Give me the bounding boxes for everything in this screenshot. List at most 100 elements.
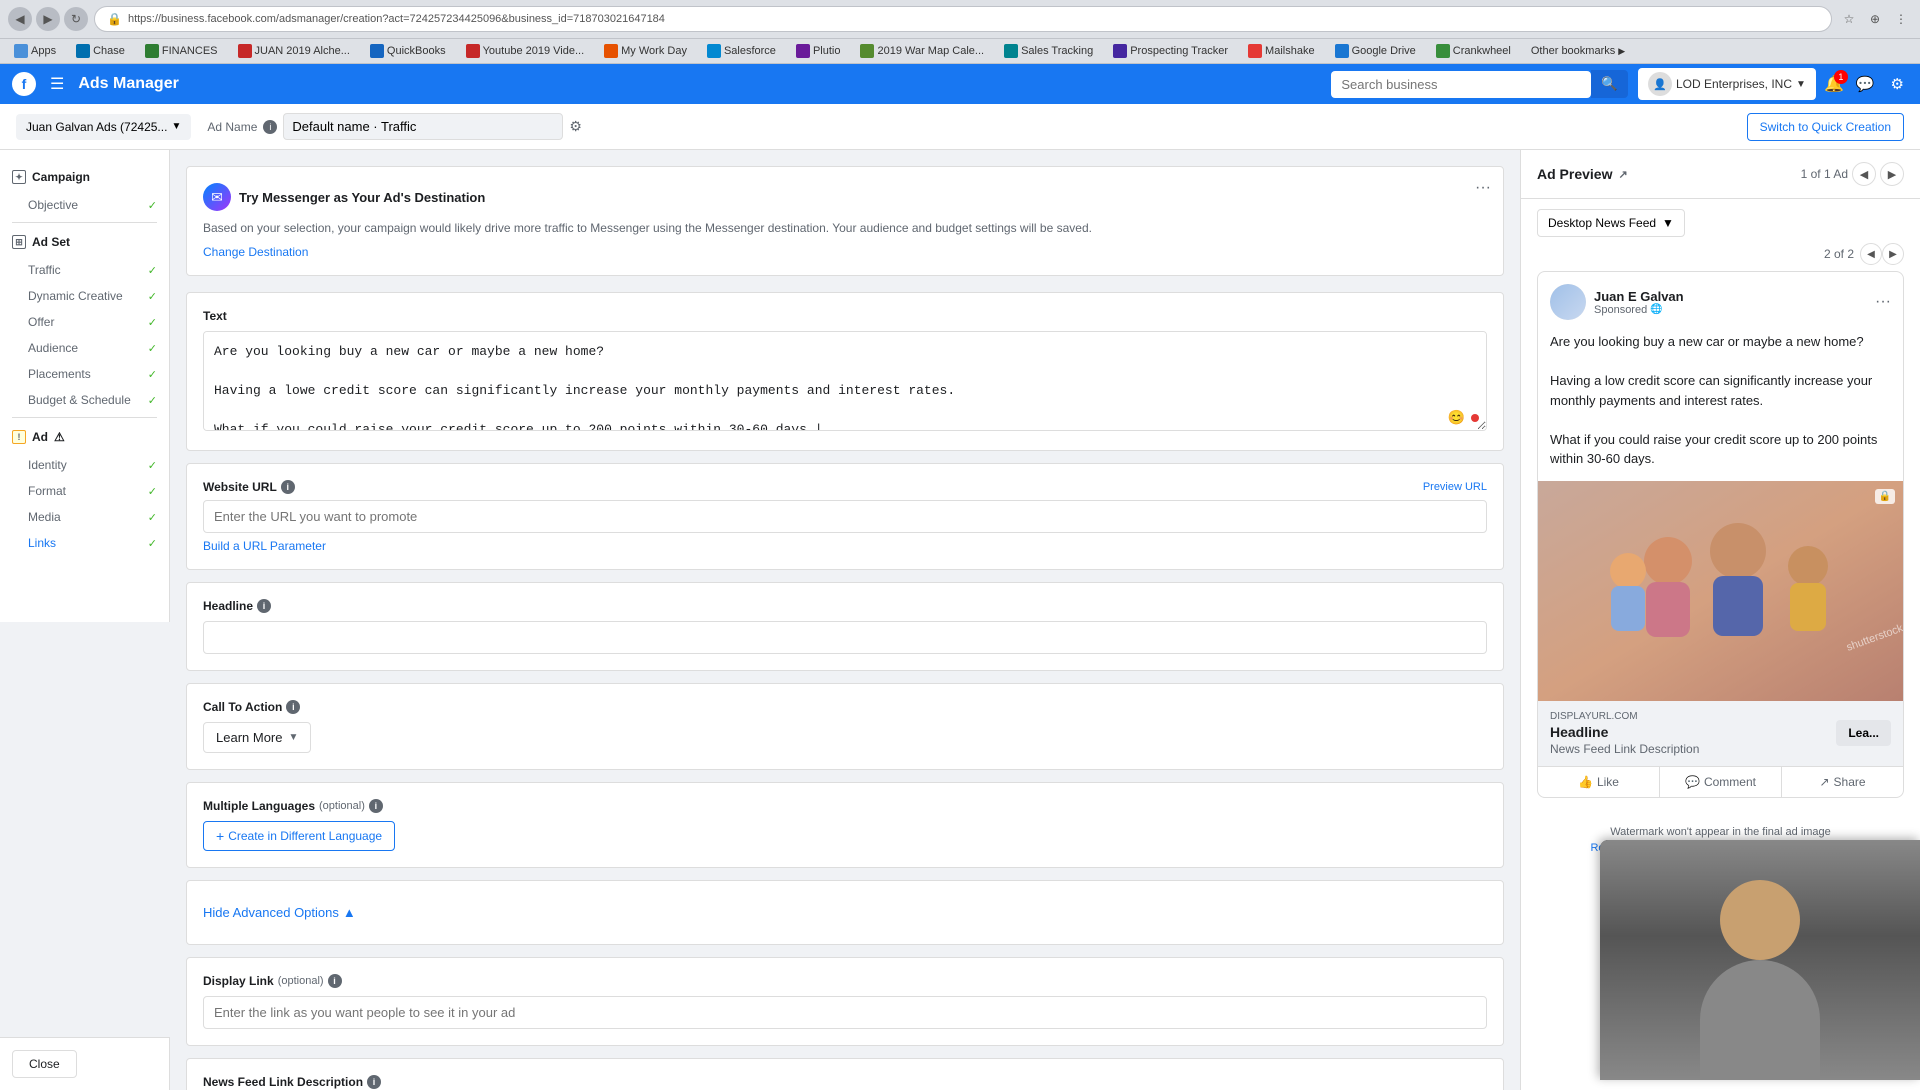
ad-cta-button[interactable]: Lea...: [1836, 720, 1891, 746]
forward-button[interactable]: ▶: [36, 7, 60, 31]
ads-manager-title[interactable]: Ads Manager: [78, 75, 178, 93]
ad-set-section-icon: ⊞: [12, 235, 26, 249]
bookmark-sales-tracking[interactable]: Sales Tracking: [998, 42, 1099, 60]
preview-next-button[interactable]: ▶: [1880, 162, 1904, 186]
webcam-body: [1700, 960, 1820, 1080]
sidebar-item-offer[interactable]: Offer ✓: [0, 309, 169, 335]
build-url-parameter-link[interactable]: Build a URL Parameter: [203, 539, 326, 553]
ad-actions: 👍 Like 💬 Comment ↗ Share: [1538, 766, 1903, 797]
plus-icon: +: [216, 828, 224, 844]
sidebar-item-links[interactable]: Links ✓: [0, 530, 169, 556]
sidebar-campaign-header[interactable]: ✦ Campaign: [0, 162, 169, 192]
bookmark-warmap[interactable]: 2019 War Map Cale...: [854, 42, 990, 60]
refresh-button[interactable]: ↻: [64, 7, 88, 31]
user-account-badge[interactable]: 👤 LOD Enterprises, INC ▼: [1638, 68, 1816, 100]
sub-header: Juan Galvan Ads (72425... ▼ Ad Name i ⚙ …: [0, 104, 1920, 150]
sidebar: ✦ Campaign Objective ✓ ⊞ Ad Set Traffic …: [0, 150, 170, 622]
account-selector[interactable]: Juan Galvan Ads (72425... ▼: [16, 114, 191, 140]
bookmark-other[interactable]: Other bookmarks ▶: [1525, 43, 1631, 59]
menu-icon[interactable]: ⋮: [1890, 8, 1912, 30]
sidebar-item-objective[interactable]: Objective ✓: [0, 192, 169, 218]
ad-name-gear-icon[interactable]: ⚙: [569, 118, 582, 135]
switch-quick-creation-button[interactable]: Switch to Quick Creation: [1747, 113, 1904, 141]
emoji-button[interactable]: 😊: [1448, 409, 1465, 426]
bookmark-finances[interactable]: FINANCES: [139, 42, 224, 60]
bookmark-quickbooks[interactable]: QuickBooks: [364, 42, 452, 60]
hamburger-button[interactable]: ☰: [46, 70, 68, 98]
sidebar-item-budget-schedule[interactable]: Budget & Schedule ✓: [0, 387, 169, 413]
bookmark-salesforce[interactable]: Salesforce: [701, 42, 782, 60]
bookmark-prospecting[interactable]: Prospecting Tracker: [1107, 42, 1234, 60]
change-destination-link[interactable]: Change Destination: [203, 245, 308, 259]
chat-icon[interactable]: 💬: [1852, 71, 1879, 97]
ad-image-svg: shutterstock: [1538, 481, 1903, 701]
sidebar-ad-section: ! Ad ⚠ Identity ✓ Format ✓ Media ✓ Lin: [0, 422, 169, 556]
ad-share-button[interactable]: ↗ Share: [1782, 767, 1903, 797]
preview-nav: 1 of 1 Ad ◀ ▶: [1801, 162, 1904, 186]
search-button[interactable]: 🔍: [1591, 70, 1628, 98]
cta-info-icon[interactable]: i: [286, 700, 300, 714]
cta-selector-button[interactable]: Learn More ▼: [203, 722, 311, 753]
display-link-input[interactable]: [203, 996, 1487, 1029]
url-bar[interactable]: 🔒 https://business.facebook.com/adsmanag…: [94, 6, 1832, 32]
notification-badge: 1: [1834, 70, 1848, 84]
ad-text-textarea[interactable]: Are you <span class="underline-word">loo…: [203, 331, 1487, 431]
url-info-icon[interactable]: i: [281, 480, 295, 494]
languages-info-icon[interactable]: i: [369, 799, 383, 813]
sidebar-item-media[interactable]: Media ✓: [0, 504, 169, 530]
sidebar-divider-2: [12, 417, 157, 418]
preview-url-button[interactable]: Preview URL: [1423, 481, 1487, 493]
sidebar-item-dynamic-creative[interactable]: Dynamic Creative ✓: [0, 283, 169, 309]
sidebar-divider-1: [12, 222, 157, 223]
messenger-card-menu-button[interactable]: ···: [1475, 179, 1491, 197]
preview-external-icon[interactable]: ↗: [1618, 168, 1627, 181]
bookmark-juan[interactable]: JUAN 2019 Alche...: [232, 42, 356, 60]
ad-name-info-icon[interactable]: i: [263, 120, 277, 134]
sidebar-ad-set-header[interactable]: ⊞ Ad Set: [0, 227, 169, 257]
close-button[interactable]: Close: [12, 1050, 77, 1078]
watermark-notice: Watermark won't appear in the final ad i…: [1537, 826, 1904, 838]
bookmark-mailshake[interactable]: Mailshake: [1242, 42, 1321, 60]
ad-comment-button[interactable]: 💬 Comment: [1660, 767, 1781, 797]
sidebar-item-placements[interactable]: Placements ✓: [0, 361, 169, 387]
page-counter: 2 of 2: [1824, 247, 1854, 261]
page-prev-button[interactable]: ◀: [1860, 243, 1882, 265]
preview-prev-button[interactable]: ◀: [1852, 162, 1876, 186]
back-button[interactable]: ◀: [8, 7, 32, 31]
placement-selector-button[interactable]: Desktop News Feed ▼: [1537, 209, 1685, 237]
bookmark-apps[interactable]: Apps: [8, 42, 62, 60]
cta-section: Call To Action i Learn More ▼: [186, 683, 1504, 770]
headline-input[interactable]: [203, 621, 1487, 654]
sidebar-item-audience[interactable]: Audience ✓: [0, 335, 169, 361]
settings-icon[interactable]: ⚙: [1887, 71, 1908, 97]
bookmark-workday[interactable]: My Work Day: [598, 42, 693, 60]
ad-text-preview: Are you looking buy a new car or maybe a…: [1538, 332, 1903, 481]
news-feed-info-icon[interactable]: i: [367, 1075, 381, 1089]
bookmarks-bar: Apps Chase FINANCES JUAN 2019 Alche... Q…: [0, 39, 1920, 64]
display-link-info-icon[interactable]: i: [328, 974, 342, 988]
bookmark-youtube[interactable]: Youtube 2019 Vide...: [460, 42, 591, 60]
headline-label: Headline i: [203, 599, 1487, 613]
extensions-icon[interactable]: ⊕: [1864, 8, 1886, 30]
page-next-button[interactable]: ▶: [1882, 243, 1904, 265]
hide-advanced-options-button[interactable]: Hide Advanced Options ▲: [203, 897, 356, 928]
url-input[interactable]: [203, 500, 1487, 533]
ad-name-input[interactable]: [283, 113, 563, 140]
bookmark-plutio[interactable]: Plutio: [790, 42, 847, 60]
bookmark-icon[interactable]: ☆: [1838, 8, 1860, 30]
sidebar-ad-header[interactable]: ! Ad ⚠: [0, 422, 169, 452]
sidebar-item-format[interactable]: Format ✓: [0, 478, 169, 504]
bookmark-crankwheel[interactable]: Crankwheel: [1430, 42, 1517, 60]
bookmark-google-drive[interactable]: Google Drive: [1329, 42, 1422, 60]
headline-info-icon[interactable]: i: [257, 599, 271, 613]
ad-page-avatar: [1550, 284, 1586, 320]
ad-headline-preview: Headline: [1550, 724, 1836, 740]
sidebar-item-traffic[interactable]: Traffic ✓: [0, 257, 169, 283]
ad-section-icon: !: [12, 430, 26, 444]
bookmark-chase[interactable]: Chase: [70, 42, 131, 60]
ad-card-menu-button[interactable]: ···: [1875, 293, 1891, 311]
sidebar-item-identity[interactable]: Identity ✓: [0, 452, 169, 478]
search-business-input[interactable]: [1331, 71, 1591, 98]
ad-like-button[interactable]: 👍 Like: [1538, 767, 1659, 797]
create-different-language-button[interactable]: + Create in Different Language: [203, 821, 395, 851]
